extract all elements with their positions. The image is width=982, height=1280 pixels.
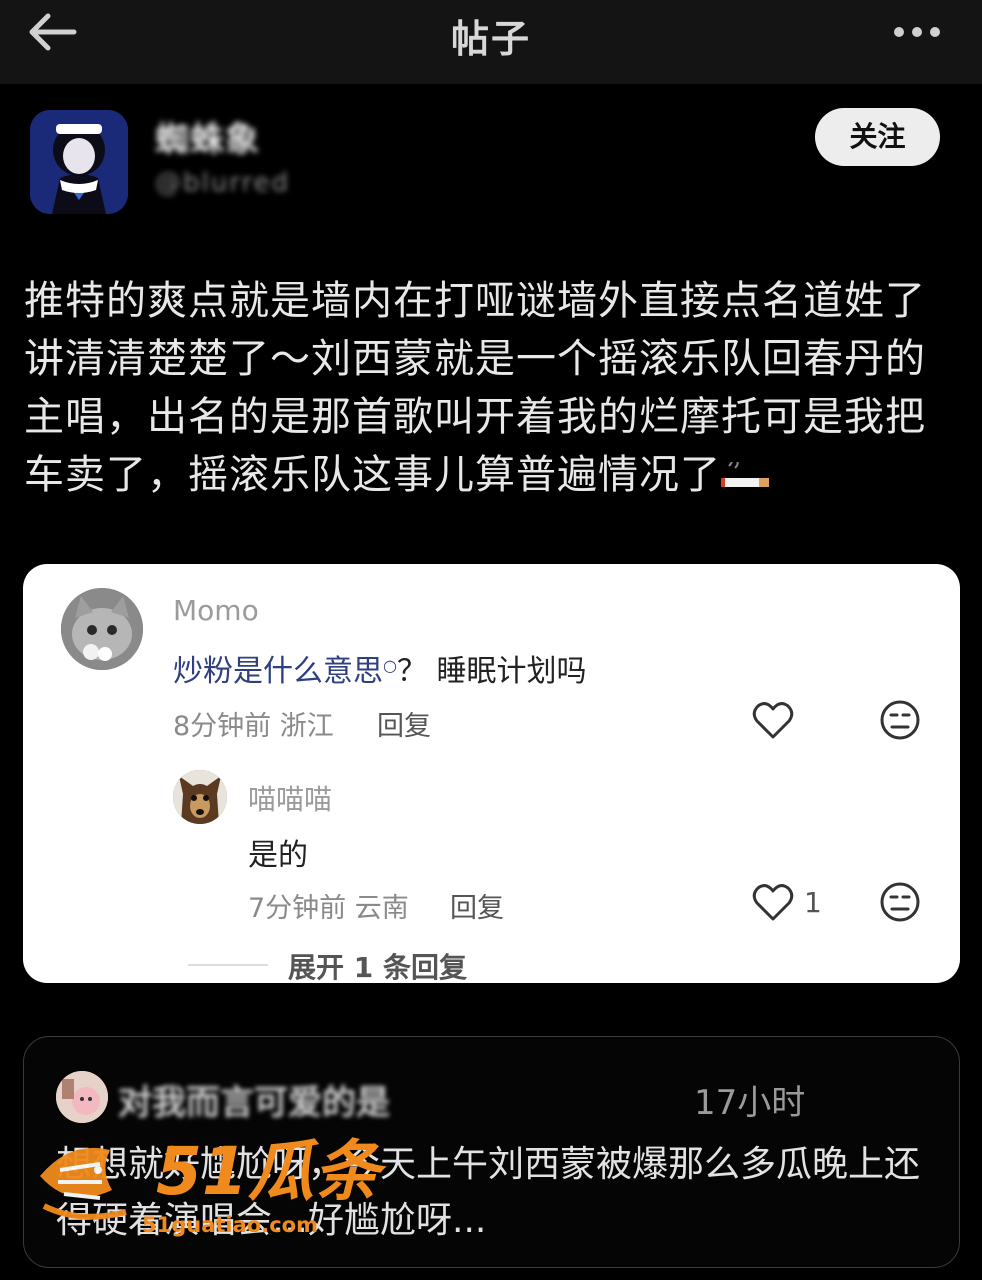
post-text-content: 推特的爽点就是墙内在打哑谜墙外直接点名道姓了讲清清楚楚了～刘西蒙就是一个摇滚乐队… <box>24 278 926 498</box>
heart-icon[interactable] <box>752 883 794 923</box>
dislike-face-icon[interactable] <box>879 881 921 923</box>
quoted-author-avatar[interactable] <box>56 1071 108 1123</box>
comment-meta: 8分钟前 浙江 <box>173 711 334 742</box>
page-title: 帖子 <box>450 17 531 61</box>
author-avatar[interactable] <box>30 110 128 214</box>
watermark-brand: 51瓜条 <box>156 1133 387 1210</box>
top-bar: 帖子 <box>0 0 982 84</box>
author-name[interactable]: 蜘蛛象 <box>155 112 260 161</box>
reply-button[interactable]: 回复 <box>377 704 431 743</box>
heart-icon[interactable] <box>752 701 794 741</box>
dislike-face-icon[interactable] <box>879 699 921 741</box>
commenter-name[interactable]: Momo <box>173 594 259 627</box>
like-count: 1 <box>804 886 822 919</box>
reply-button[interactable]: 回复 <box>450 886 504 925</box>
search-link[interactable]: 炒粉是什么意思 <box>173 654 383 689</box>
quoted-time: 17小时 <box>694 1083 806 1123</box>
comment-text-rest: ？ 睡眠计划吗 <box>396 654 587 689</box>
comment-meta: 7分钟前 云南 <box>248 893 409 924</box>
comment-screenshot-card: Momo 炒粉是什么意思○？ 睡眠计划吗 8分钟前 浙江 回复 喵喵喵 是的 7… <box>23 564 960 986</box>
watermark-logo: 51瓜条 51guatiao.com <box>40 1133 387 1237</box>
watermark-url: 51guatiao.com <box>142 1213 318 1237</box>
commenter-avatar[interactable] <box>173 770 227 824</box>
cigarette-icon <box>721 450 771 487</box>
commenter-avatar[interactable] <box>61 588 143 670</box>
more-horizontal-icon <box>894 27 940 37</box>
commenter-name[interactable]: 喵喵喵 <box>248 778 332 818</box>
more-button[interactable] <box>892 24 942 38</box>
author-handle: @blurred <box>155 168 291 198</box>
post-text: 推特的爽点就是墙内在打哑谜墙外直接点名道姓了讲清清楚楚了～刘西蒙就是一个摇滚乐队… <box>24 272 964 504</box>
post-detail-page: 帖子 蜘蛛象 @blurred 关注 推特的爽点就是墙内在打哑谜墙外直接点名道姓… <box>0 0 982 1280</box>
quoted-author-name[interactable]: 对我而言可爱的是 <box>118 1075 390 1124</box>
comment-text: 是的 <box>248 838 308 873</box>
search-small-icon: ○ <box>383 656 397 675</box>
expand-divider <box>188 964 268 966</box>
comment-text: 炒粉是什么意思○？ 睡眠计划吗 <box>173 646 587 690</box>
follow-button[interactable]: 关注 <box>815 108 940 166</box>
expand-replies-button[interactable]: 展开 1 条回复 <box>288 946 467 986</box>
